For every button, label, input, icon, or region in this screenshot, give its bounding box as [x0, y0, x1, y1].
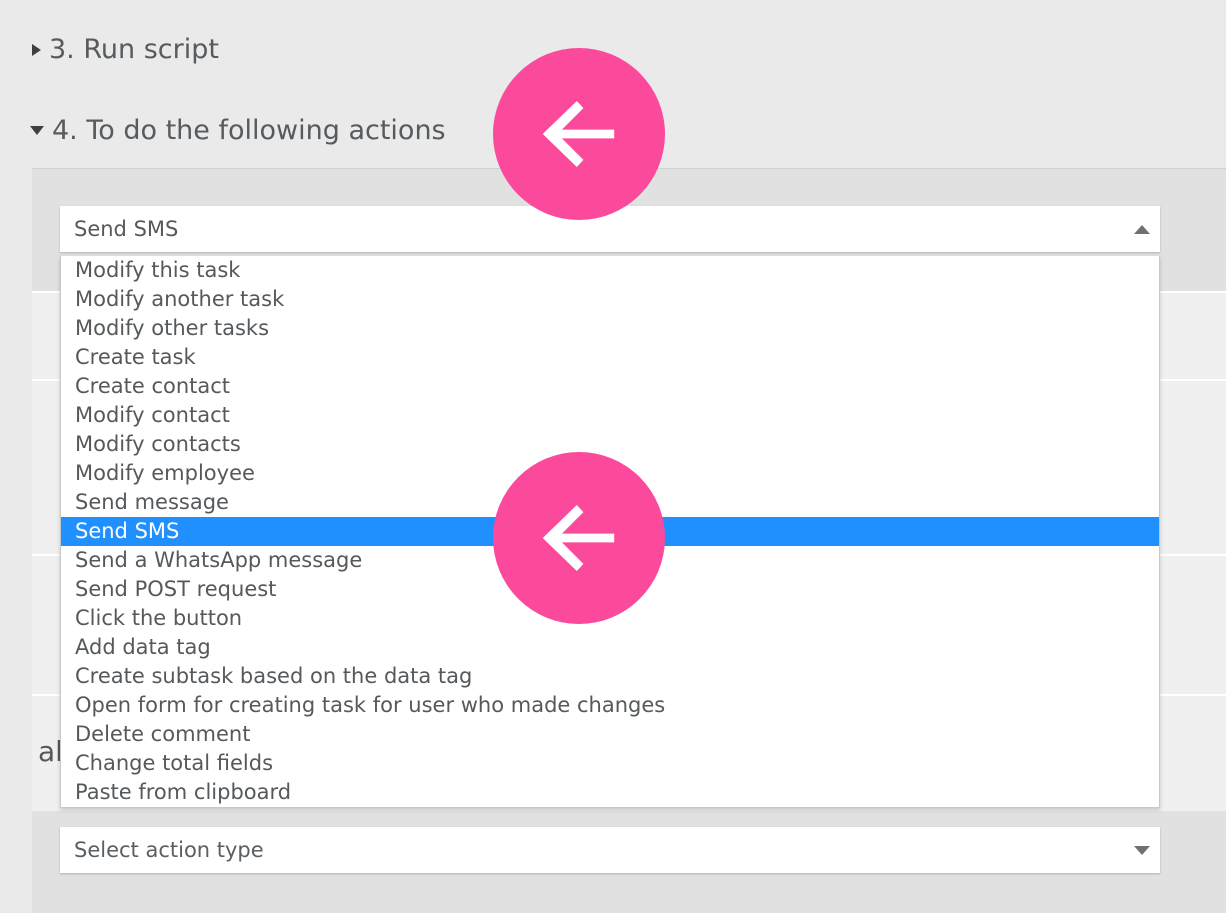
- section-header-label: 4. To do the following actions: [52, 115, 446, 146]
- action-option[interactable]: Open form for creating task for user who…: [61, 691, 1159, 720]
- action-option[interactable]: Create contact: [61, 372, 1159, 401]
- section-header-label: 3. Run script: [49, 34, 219, 65]
- action-option[interactable]: Create task: [61, 343, 1159, 372]
- action-option[interactable]: Modify this task: [61, 256, 1159, 285]
- action-option[interactable]: Create subtask based on the data tag: [61, 662, 1159, 691]
- chevron-down-icon[interactable]: [1124, 845, 1160, 855]
- new-action-type-select[interactable]: Select action type: [60, 827, 1160, 873]
- action-option[interactable]: Change total fields: [61, 749, 1159, 778]
- action-option[interactable]: Modify contact: [61, 401, 1159, 430]
- action-option[interactable]: Modify another task: [61, 285, 1159, 314]
- new-action-type-placeholder: Select action type: [74, 838, 264, 862]
- action-type-select-value: Send SMS: [74, 217, 179, 241]
- annotation-arrow-left-icon: [493, 48, 665, 220]
- annotation-arrow-left-icon: [493, 452, 665, 624]
- action-option[interactable]: Modify contacts: [61, 430, 1159, 459]
- action-option[interactable]: Modify other tasks: [61, 314, 1159, 343]
- action-option[interactable]: Delete comment: [61, 720, 1159, 749]
- section-header-run-script[interactable]: 3. Run script: [30, 36, 219, 63]
- triangle-down-icon: [30, 126, 44, 135]
- action-option[interactable]: Paste from clipboard: [61, 778, 1159, 807]
- section-header-actions[interactable]: 4. To do the following actions: [30, 117, 446, 144]
- triangle-right-icon: [32, 43, 41, 56]
- action-option[interactable]: Add data tag: [61, 633, 1159, 662]
- chevron-up-icon[interactable]: [1124, 224, 1160, 234]
